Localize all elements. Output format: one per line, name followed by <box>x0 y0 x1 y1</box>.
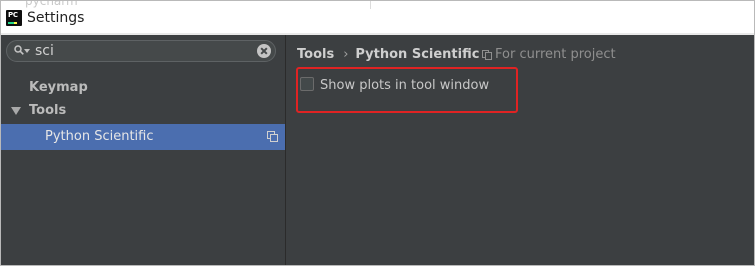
sidebar-item-label: Python Scientific <box>45 129 154 144</box>
settings-content-panel: Tools › Python Scientific For current proj… <box>286 35 754 265</box>
clear-icon[interactable] <box>257 44 271 58</box>
settings-sidebar: Keymap Tools Python Scientific <box>1 35 286 265</box>
background-window-fragment: pycharm <box>25 0 78 8</box>
show-plots-checkbox[interactable] <box>300 77 314 91</box>
settings-window: pycharm PC Settings Keymap Tools Python … <box>0 0 755 266</box>
breadcrumb-parent[interactable]: Tools <box>297 47 334 62</box>
scope-indicator: For current project <box>482 46 616 64</box>
breadcrumb-separator: › <box>343 47 349 62</box>
expand-arrow-icon[interactable] <box>11 107 21 115</box>
project-settings-copy-icon <box>267 131 278 142</box>
show-plots-label: Show plots in tool window <box>320 78 490 93</box>
copy-icon <box>482 50 492 60</box>
breadcrumb-current: Python Scientific <box>355 47 480 62</box>
settings-search-box[interactable] <box>6 40 276 62</box>
search-history-dropdown-icon[interactable] <box>24 49 30 53</box>
title-bar: pycharm PC Settings <box>1 1 754 35</box>
show-plots-setting[interactable]: Show plots in tool window <box>300 76 489 96</box>
sidebar-item-python-scientific[interactable]: Python Scientific <box>1 124 285 150</box>
background-divider <box>370 1 371 9</box>
window-title: Settings <box>27 10 85 26</box>
sidebar-item-keymap[interactable]: Keymap <box>1 75 285 100</box>
breadcrumb: Tools › Python Scientific <box>297 46 479 64</box>
search-icon[interactable] <box>14 45 24 55</box>
settings-search-input[interactable] <box>35 43 245 59</box>
scope-label: For current project <box>495 47 616 62</box>
pycharm-logo-icon: PC <box>6 10 22 26</box>
sidebar-item-label: Tools <box>29 103 67 118</box>
sidebar-item-tools[interactable]: Tools <box>1 98 285 123</box>
